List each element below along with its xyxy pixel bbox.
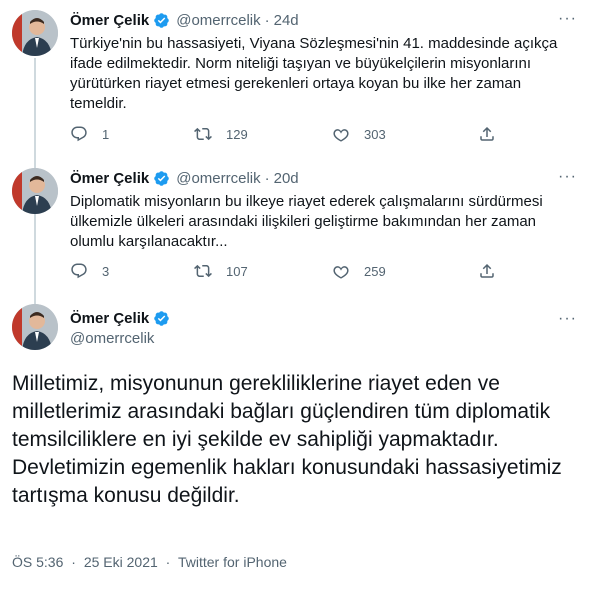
reply-button[interactable]: 3 bbox=[70, 262, 109, 280]
retweet-icon bbox=[194, 264, 212, 278]
like-count: 259 bbox=[364, 263, 386, 279]
verified-badge-icon bbox=[154, 12, 169, 28]
verified-badge-icon bbox=[154, 310, 169, 326]
author-handle[interactable]: @omerrcelik bbox=[70, 330, 154, 347]
reply-button[interactable]: 1 bbox=[70, 125, 109, 143]
author-handle[interactable]: @omerrcelik bbox=[176, 12, 260, 29]
reply-count: 3 bbox=[102, 263, 110, 279]
author-name[interactable]: Ömer Çelik bbox=[70, 310, 149, 327]
author-name[interactable]: Ömer Çelik bbox=[70, 170, 149, 187]
retweet-icon bbox=[194, 127, 212, 141]
more-icon[interactable]: ··· bbox=[558, 311, 577, 327]
timestamp[interactable]: 24d bbox=[274, 12, 299, 29]
tweet-actions: 3 107 259 bbox=[70, 262, 570, 282]
tweet-actions: 1 129 303 bbox=[70, 125, 570, 145]
more-icon[interactable]: ··· bbox=[558, 169, 577, 185]
retweet-button[interactable]: 107 bbox=[194, 262, 248, 280]
reply-count: 1 bbox=[102, 126, 110, 142]
tweet[interactable]: Ömer Çelik @omerrcelik · 20d ··· Diploma… bbox=[0, 158, 595, 296]
share-icon bbox=[480, 126, 494, 141]
tweet-time[interactable]: ÖS 5:36 bbox=[12, 554, 63, 570]
tweet-meta: ÖS 5:36 · 25 Eki 2021 · Twitter for iPho… bbox=[12, 554, 291, 570]
tweet-text: Türkiye'nin bu hassasiyeti, Viyana Sözle… bbox=[70, 35, 558, 112]
separator: · bbox=[264, 169, 270, 187]
reply-icon bbox=[71, 263, 87, 279]
timestamp[interactable]: 20d bbox=[274, 170, 299, 187]
share-button[interactable] bbox=[478, 125, 496, 143]
share-icon bbox=[480, 263, 494, 278]
tweet-date[interactable]: 25 Eki 2021 bbox=[84, 554, 158, 570]
share-button[interactable] bbox=[478, 262, 496, 280]
like-button[interactable]: 303 bbox=[332, 125, 386, 143]
more-icon[interactable]: ··· bbox=[558, 11, 577, 27]
retweet-count: 129 bbox=[226, 126, 248, 142]
like-count: 303 bbox=[364, 126, 386, 142]
tweet-text: Diplomatik misyonların bu ilkeye riayet … bbox=[70, 193, 543, 250]
author-handle[interactable]: @omerrcelik bbox=[176, 170, 260, 187]
reply-icon bbox=[71, 126, 87, 142]
avatar[interactable] bbox=[12, 10, 58, 56]
author-name[interactable]: Ömer Çelik bbox=[70, 12, 149, 29]
tweet-text: Milletimiz, misyonunun gerekliliklerine … bbox=[12, 372, 562, 507]
avatar[interactable] bbox=[12, 168, 58, 214]
tweet[interactable]: Ömer Çelik @omerrcelik · 24d ··· Türkiye… bbox=[0, 0, 595, 158]
main-tweet: Ömer Çelik @omerrcelik ··· Milletimiz, m… bbox=[0, 296, 595, 589]
separator: · bbox=[264, 11, 270, 29]
verified-badge-icon bbox=[154, 170, 169, 186]
retweet-button[interactable]: 129 bbox=[194, 125, 248, 143]
retweet-count: 107 bbox=[226, 263, 248, 279]
like-button[interactable]: 259 bbox=[332, 262, 386, 280]
tweet-source[interactable]: Twitter for iPhone bbox=[178, 554, 287, 570]
like-icon bbox=[333, 266, 349, 279]
separator: · bbox=[165, 554, 171, 570]
separator: · bbox=[71, 554, 76, 570]
avatar[interactable] bbox=[12, 304, 58, 350]
like-icon bbox=[333, 129, 349, 142]
